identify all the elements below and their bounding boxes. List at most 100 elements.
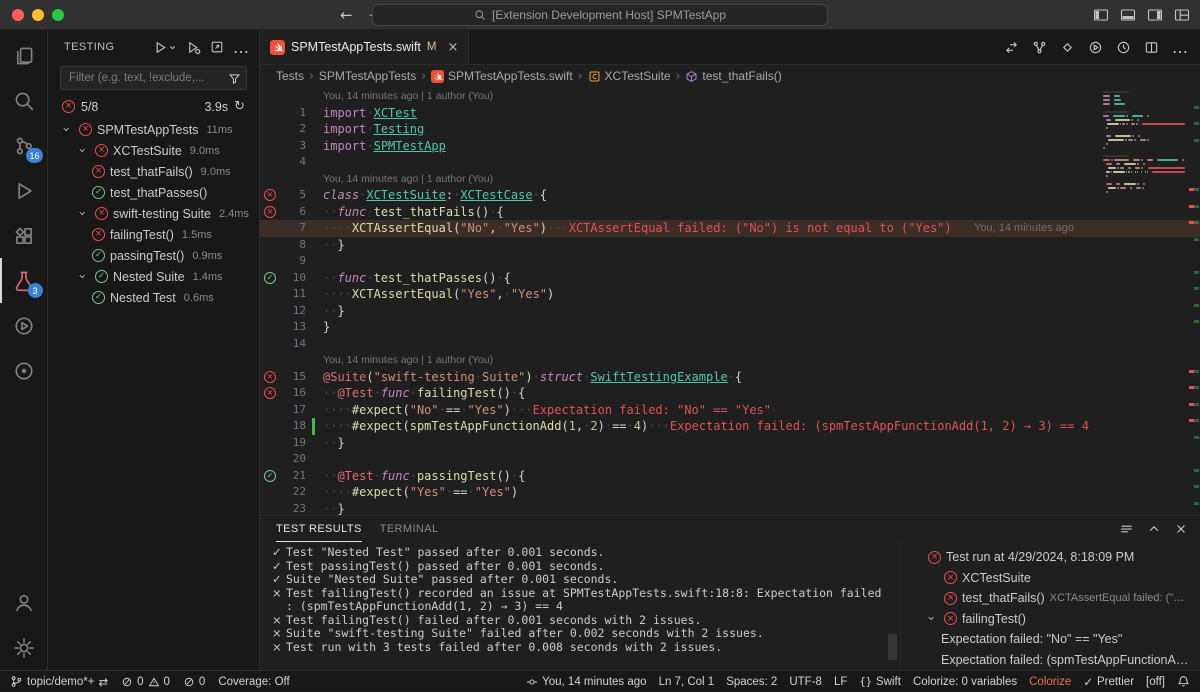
test-tree-item[interactable]: ›×swift-testing Suite2.4ms [48,203,259,224]
test-tree-item[interactable]: ×failingTest()1.5ms [48,224,259,245]
more-editor-actions-icon[interactable]: … [1172,38,1188,57]
zoom-window-icon[interactable] [52,9,64,21]
status-branch[interactable]: topic/demo*+ ⇄ [10,675,108,689]
git-blame-lens[interactable]: You, 14 minutes ago | 1 author (You) [260,352,1200,369]
overview-ruler[interactable] [1189,87,1200,515]
toggle-panel-icon[interactable] [1120,7,1136,23]
breadcrumb-item[interactable]: SPMTestAppTests.swift [431,69,573,83]
editor-tab[interactable]: SPMTestAppTests.swift M × [260,30,469,64]
git-blame-lens[interactable]: You, 14 minutes ago | 1 author (You) [260,88,1200,105]
twistie-icon[interactable]: › [76,270,91,284]
twistie-icon[interactable]: › [76,144,91,158]
activity-explorer-icon[interactable] [0,33,48,78]
tab-terminal[interactable]: TERMINAL [380,516,439,542]
code-line[interactable]: ×5class·XCTestSuite:·XCTestCase·{ [260,187,1200,204]
open-test-view-icon[interactable] [210,40,224,54]
test-result-item[interactable]: Expectation failed: "No" == "Yes" [901,629,1200,650]
code-line[interactable]: 19··} [260,435,1200,452]
gutter-run-failed-icon[interactable]: × [264,387,276,399]
activity-run-debug-icon[interactable] [0,168,48,213]
twistie-icon[interactable]: › [60,123,75,137]
activity-search-icon[interactable] [0,78,48,123]
breadcrumb-item[interactable]: test_thatFails() [685,69,781,83]
test-tree-item[interactable]: ×test_thatFails()9.0ms [48,161,259,182]
test-results-output[interactable]: ✓Test "Nested Test" passed after 0.001 s… [260,542,900,670]
output-scrollbar[interactable] [888,634,897,660]
activity-settings-icon[interactable] [0,625,48,670]
code-editor[interactable]: You, 14 minutes ago | 1 author (You)1imp… [260,87,1200,515]
test-tree-item[interactable]: ✓test_thatPasses() [48,182,259,203]
minimize-window-icon[interactable] [32,9,44,21]
code-line[interactable]: 1import·XCTest [260,105,1200,122]
status-prettier[interactable]: ✓ Prettier [1083,675,1134,689]
test-tree-item[interactable]: ✓Nested Test0.6ms [48,287,259,308]
status-cursor-position[interactable]: Ln 7, Col 1 [659,676,715,688]
code-line[interactable]: ✓21··@Test·func·passingTest()·{ [260,468,1200,485]
twistie-icon[interactable]: › [925,612,940,626]
close-panel-icon[interactable] [1174,522,1188,536]
toggle-primary-sidebar-icon[interactable] [1093,7,1109,23]
status-git-blame[interactable]: You, 14 minutes ago [526,676,646,688]
git-blame-lens[interactable]: You, 14 minutes ago | 1 author (You) [260,171,1200,188]
code-line[interactable]: 2import·Testing [260,121,1200,138]
navigate-back-icon[interactable]: ← [340,6,353,24]
test-result-item[interactable]: ×XCTestSuite [901,568,1200,589]
test-result-item[interactable]: ×test_thatFails()XCTAssertEqual failed: … [901,588,1200,609]
status-colorize-variables[interactable]: Colorize: 0 variables [913,676,1017,688]
gutter-run-failed-icon[interactable]: × [264,206,276,218]
code-line[interactable]: 7····XCTAssertEqual("No",·"Yes")···XCTAs… [260,220,1200,237]
status-extra-count[interactable]: 0 [183,676,205,688]
code-line[interactable]: ✓10··func·test_thatPasses()·{ [260,270,1200,287]
minimap[interactable] [1100,89,1188,197]
status-encoding[interactable]: UTF-8 [789,676,822,688]
status-problems[interactable]: 0 0 [121,676,170,688]
code-line[interactable]: 8··} [260,237,1200,254]
test-result-item[interactable]: Expectation failed: (spmTestAppFunctionA… [901,650,1200,671]
code-line[interactable]: 4 [260,154,1200,171]
run-tests-in-file-icon[interactable] [1088,40,1103,55]
status-colorize[interactable]: Colorize [1029,676,1071,688]
gutter-run-failed-icon[interactable]: × [264,189,276,201]
twistie-icon[interactable]: › [76,207,91,221]
gitlens-graph-icon[interactable] [1032,40,1047,55]
activity-testing-icon[interactable]: 3 [0,258,48,303]
code-line[interactable]: 22····#expect("Yes"·==·"Yes") [260,484,1200,501]
tab-close-icon[interactable]: × [448,40,459,55]
maximize-panel-icon[interactable] [1147,522,1161,536]
gutter-run-failed-icon[interactable]: × [264,371,276,383]
test-coverage-icon[interactable] [1116,40,1131,55]
code-line[interactable]: 18····#expect(spmTestAppFunctionAdd(1,·2… [260,418,1200,435]
code-line[interactable]: 11····XCTAssertEqual("Yes",·"Yes") [260,286,1200,303]
test-tree-item[interactable]: ›×XCTestSuite9.0ms [48,140,259,161]
code-line[interactable]: ×16··@Test·func·failingTest()·{ [260,385,1200,402]
output-view-icon[interactable] [1119,522,1134,537]
tab-test-results[interactable]: TEST RESULTS [276,516,362,542]
activity-extensions-icon[interactable] [0,213,48,258]
notifications-bell[interactable] [1177,675,1190,688]
code-line[interactable]: 3import·SPMTestApp [260,138,1200,155]
status-indentation[interactable]: Spaces: 2 [726,676,777,688]
code-line[interactable]: 20 [260,451,1200,468]
code-line[interactable]: ×15@Suite("swift-testing·Suite")·struct·… [260,369,1200,386]
gutter-run-passed-icon[interactable]: ✓ [264,272,276,284]
test-result-item[interactable]: ›×failingTest() [901,609,1200,630]
activity-gitlens-icon[interactable] [0,348,48,393]
activity-remote-icon[interactable] [0,303,48,348]
command-center-search[interactable]: [Extension Development Host] SPMTestApp [372,4,828,26]
status-eol[interactable]: LF [834,676,847,688]
test-result-item[interactable]: ×Test run at 4/29/2024, 8:18:09 PM [901,547,1200,568]
breadcrumb-item[interactable]: XCTestSuite [588,69,671,83]
toggle-secondary-sidebar-icon[interactable] [1147,7,1163,23]
activity-source-control-icon[interactable]: 16 [0,123,48,168]
status-off-toggle[interactable]: [off] [1146,676,1165,688]
code-line[interactable]: 12··} [260,303,1200,320]
test-tree-item[interactable]: ›×SPMTestAppTests11ms [48,119,259,140]
breadcrumb-item[interactable]: Tests [276,69,304,83]
gutter-run-passed-icon[interactable]: ✓ [264,470,276,482]
split-editor-icon[interactable] [1144,40,1159,55]
code-line[interactable]: 14 [260,336,1200,353]
code-line[interactable]: 23··} [260,501,1200,516]
code-line[interactable]: ×6··func·test_thatFails()·{ [260,204,1200,221]
close-window-icon[interactable] [12,9,24,21]
status-coverage[interactable]: Coverage: Off [218,676,289,688]
